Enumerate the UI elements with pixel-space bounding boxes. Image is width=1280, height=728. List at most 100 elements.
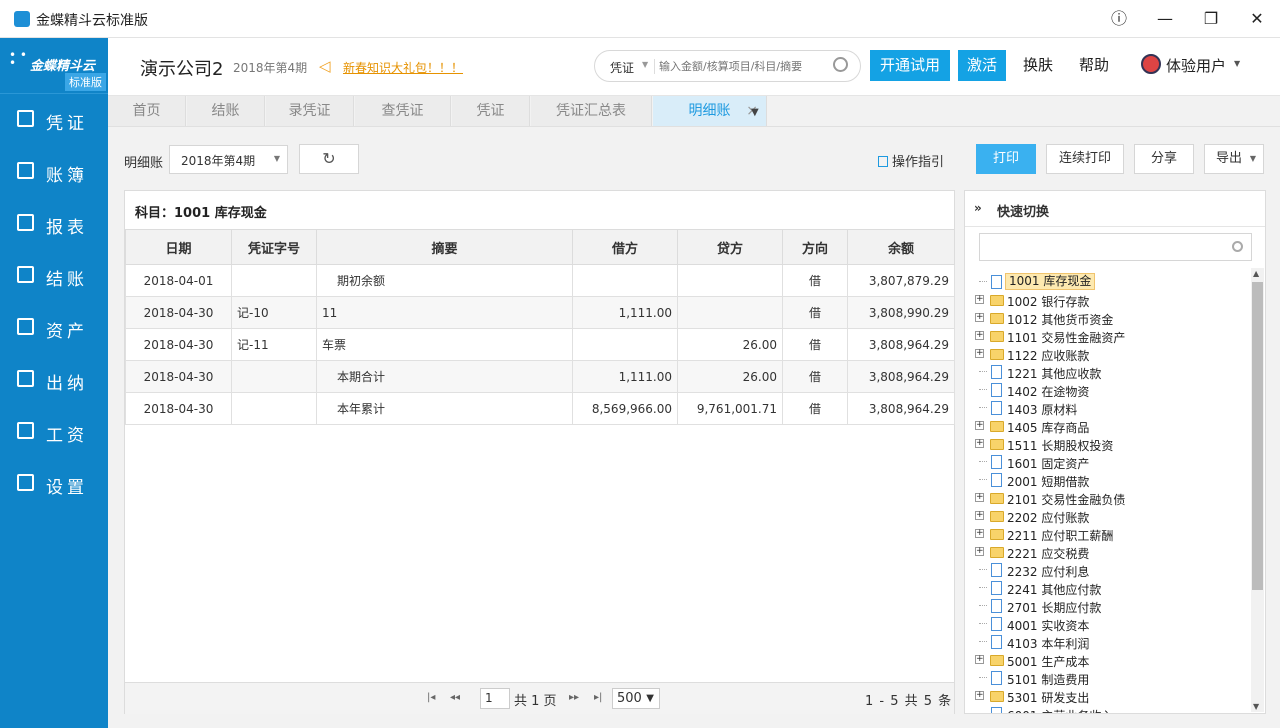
page-input[interactable]: 1 bbox=[480, 688, 510, 709]
tree-item[interactable]: +1405 库存商品 bbox=[965, 417, 1251, 435]
expand-icon[interactable]: + bbox=[975, 295, 984, 304]
search-category[interactable]: 凭证 bbox=[610, 59, 634, 76]
nav-item[interactable]: 账簿 bbox=[0, 147, 108, 199]
tree-item-label: 2001 短期借款 bbox=[1007, 475, 1090, 489]
restore-icon[interactable]: ❐ bbox=[1199, 8, 1223, 30]
tree-connector bbox=[979, 569, 987, 570]
share-button[interactable]: 分享 bbox=[1134, 144, 1194, 174]
tab[interactable]: 凭证汇总表 bbox=[531, 96, 652, 126]
tab-overflow-icon[interactable]: ▼ bbox=[751, 107, 759, 118]
tree-item[interactable]: 2001 短期借款 bbox=[965, 471, 1251, 489]
continuous-print-button[interactable]: 连续打印 bbox=[1046, 144, 1124, 174]
expand-icon[interactable]: + bbox=[975, 421, 984, 430]
tree-item[interactable]: 2232 应付利息 bbox=[965, 561, 1251, 579]
expand-icon[interactable]: + bbox=[975, 331, 984, 340]
table-row[interactable]: 2018-04-30 记-10 11 1,111.00 借 3,808,990.29 bbox=[125, 296, 955, 329]
nav-item[interactable]: 设置 bbox=[0, 459, 108, 511]
expand-icon[interactable]: + bbox=[975, 313, 984, 322]
nav-item[interactable]: 工资 bbox=[0, 407, 108, 459]
promo-link[interactable]: 新春知识大礼包！！！ bbox=[343, 59, 463, 76]
tree-item[interactable]: 1601 固定资产 bbox=[965, 453, 1251, 471]
table-row[interactable]: 2018-04-01 期初余额 借 3,807,879.29 bbox=[125, 264, 955, 297]
company-name[interactable]: 演示公司2 bbox=[140, 55, 223, 81]
tree-item[interactable]: 1221 其他应收款 bbox=[965, 363, 1251, 381]
tree-item[interactable]: 4103 本年利润 bbox=[965, 633, 1251, 651]
tree-item[interactable]: +1101 交易性金融资产 bbox=[965, 327, 1251, 345]
tree-item[interactable]: +2211 应付职工薪酬 bbox=[965, 525, 1251, 543]
tree-item[interactable]: 2701 长期应付款 bbox=[965, 597, 1251, 615]
tree-item[interactable]: 2241 其他应付款 bbox=[965, 579, 1251, 597]
expand-icon[interactable]: + bbox=[975, 547, 984, 556]
expand-icon[interactable]: + bbox=[975, 655, 984, 664]
tab[interactable]: 查凭证 bbox=[355, 96, 451, 126]
info-icon[interactable]: ⓘ bbox=[1107, 8, 1131, 30]
tab[interactable]: 录凭证 bbox=[266, 96, 354, 126]
nav-item-label: 设置 bbox=[46, 478, 88, 498]
tree-item[interactable]: 1001 库存现金 bbox=[965, 273, 1251, 291]
tab[interactable]: 首页 bbox=[108, 96, 186, 126]
tab[interactable]: 明细账 × bbox=[653, 96, 767, 126]
trial-button[interactable]: 开通试用 bbox=[870, 50, 950, 81]
tree-item[interactable]: +1511 长期股权投资 bbox=[965, 435, 1251, 453]
page-size-select[interactable]: 500 ▼ bbox=[612, 688, 660, 709]
scroll-thumb[interactable] bbox=[1252, 282, 1263, 590]
avatar[interactable] bbox=[1141, 54, 1161, 74]
collapse-icon[interactable]: » bbox=[974, 201, 982, 215]
scroll-up-icon[interactable]: ▲ bbox=[1253, 269, 1259, 278]
expand-icon[interactable]: + bbox=[975, 493, 984, 502]
tree-item[interactable]: +2221 应交税费 bbox=[965, 543, 1251, 561]
tree-item[interactable]: 4001 实收资本 bbox=[965, 615, 1251, 633]
refresh-icon[interactable]: ↻ bbox=[299, 144, 359, 174]
user-name[interactable]: 体验用户 bbox=[1166, 55, 1226, 76]
guide-link[interactable]: 操作指引 bbox=[878, 151, 944, 170]
search-icon[interactable] bbox=[833, 57, 848, 72]
tree-item[interactable]: +2101 交易性金融负债 bbox=[965, 489, 1251, 507]
scroll-down-icon[interactable]: ▼ bbox=[1253, 702, 1259, 711]
table-row[interactable]: 2018-04-30 记-11 车票 26.00 借 3,808,964.29 bbox=[125, 328, 955, 361]
expand-icon[interactable]: + bbox=[975, 691, 984, 700]
nav-item[interactable]: 报表 bbox=[0, 199, 108, 251]
search-icon[interactable] bbox=[1232, 241, 1243, 252]
close-icon[interactable]: ✕ bbox=[1245, 8, 1269, 30]
tree-item[interactable]: 1402 在途物资 bbox=[965, 381, 1251, 399]
activate-button[interactable]: 激活 bbox=[958, 50, 1006, 81]
expand-icon[interactable]: + bbox=[975, 511, 984, 520]
tree-item[interactable]: +5301 研发支出 bbox=[965, 687, 1251, 705]
minimize-icon[interactable]: — bbox=[1153, 8, 1177, 30]
tree-connector bbox=[979, 605, 987, 606]
tree-item[interactable]: +5001 生产成本 bbox=[965, 651, 1251, 669]
nav-item[interactable]: 结账 bbox=[0, 251, 108, 303]
export-button[interactable]: 导出 ▼ bbox=[1204, 144, 1264, 174]
expand-icon[interactable]: + bbox=[975, 349, 984, 358]
last-page-icon[interactable]: ▸| bbox=[594, 692, 602, 703]
tree-item[interactable]: 5101 制造费用 bbox=[965, 669, 1251, 687]
skin-button[interactable]: 换肤 bbox=[1018, 50, 1058, 81]
expand-icon[interactable]: + bbox=[975, 439, 984, 448]
table-row[interactable]: 2018-04-30 本期合计 1,111.00 26.00 借 3,808,964.29 bbox=[125, 360, 955, 393]
tree-item[interactable]: +1012 其他货币资金 bbox=[965, 309, 1251, 327]
tree-item[interactable]: 1403 原材料 bbox=[965, 399, 1251, 417]
chevron-down-icon[interactable]: ▼ bbox=[642, 60, 648, 69]
first-page-icon[interactable]: |◂ bbox=[427, 692, 435, 703]
tree-item[interactable]: +1002 银行存款 bbox=[965, 291, 1251, 309]
chevron-down-icon[interactable]: ▼ bbox=[1234, 59, 1240, 68]
tree-item[interactable]: +2202 应付账款 bbox=[965, 507, 1251, 525]
next-page-icon[interactable]: ▸▸ bbox=[569, 692, 579, 703]
quick-search-input[interactable] bbox=[979, 233, 1252, 261]
period-select[interactable]: 2018年第4期 ▼ bbox=[169, 145, 288, 174]
sidebar: • • • 金蝶精斗云 标准版 凭证 账簿 报表 结账 资产 出纳 工资 设置 bbox=[0, 38, 108, 728]
prev-page-icon[interactable]: ◂◂ bbox=[450, 692, 460, 703]
expand-icon[interactable]: + bbox=[975, 529, 984, 538]
nav-item[interactable]: 资产 bbox=[0, 303, 108, 355]
tree-item[interactable]: +1122 应收账款 bbox=[965, 345, 1251, 363]
nav-item[interactable]: 出纳 bbox=[0, 355, 108, 407]
search-input[interactable] bbox=[659, 56, 824, 76]
tab[interactable]: 结账 bbox=[187, 96, 265, 126]
table-row[interactable]: 2018-04-30 本年累计 8,569,966.00 9,761,001.71 借 3… bbox=[125, 392, 955, 425]
print-button[interactable]: 打印 bbox=[976, 144, 1036, 174]
nav-item[interactable]: 凭证 bbox=[0, 95, 108, 147]
tree-item[interactable]: 6001 主营业务收入 bbox=[965, 705, 1251, 713]
help-button[interactable]: 帮助 bbox=[1074, 50, 1114, 81]
tab[interactable]: 凭证 bbox=[452, 96, 530, 126]
tree-scrollbar[interactable]: ▲ ▼ bbox=[1251, 268, 1264, 712]
